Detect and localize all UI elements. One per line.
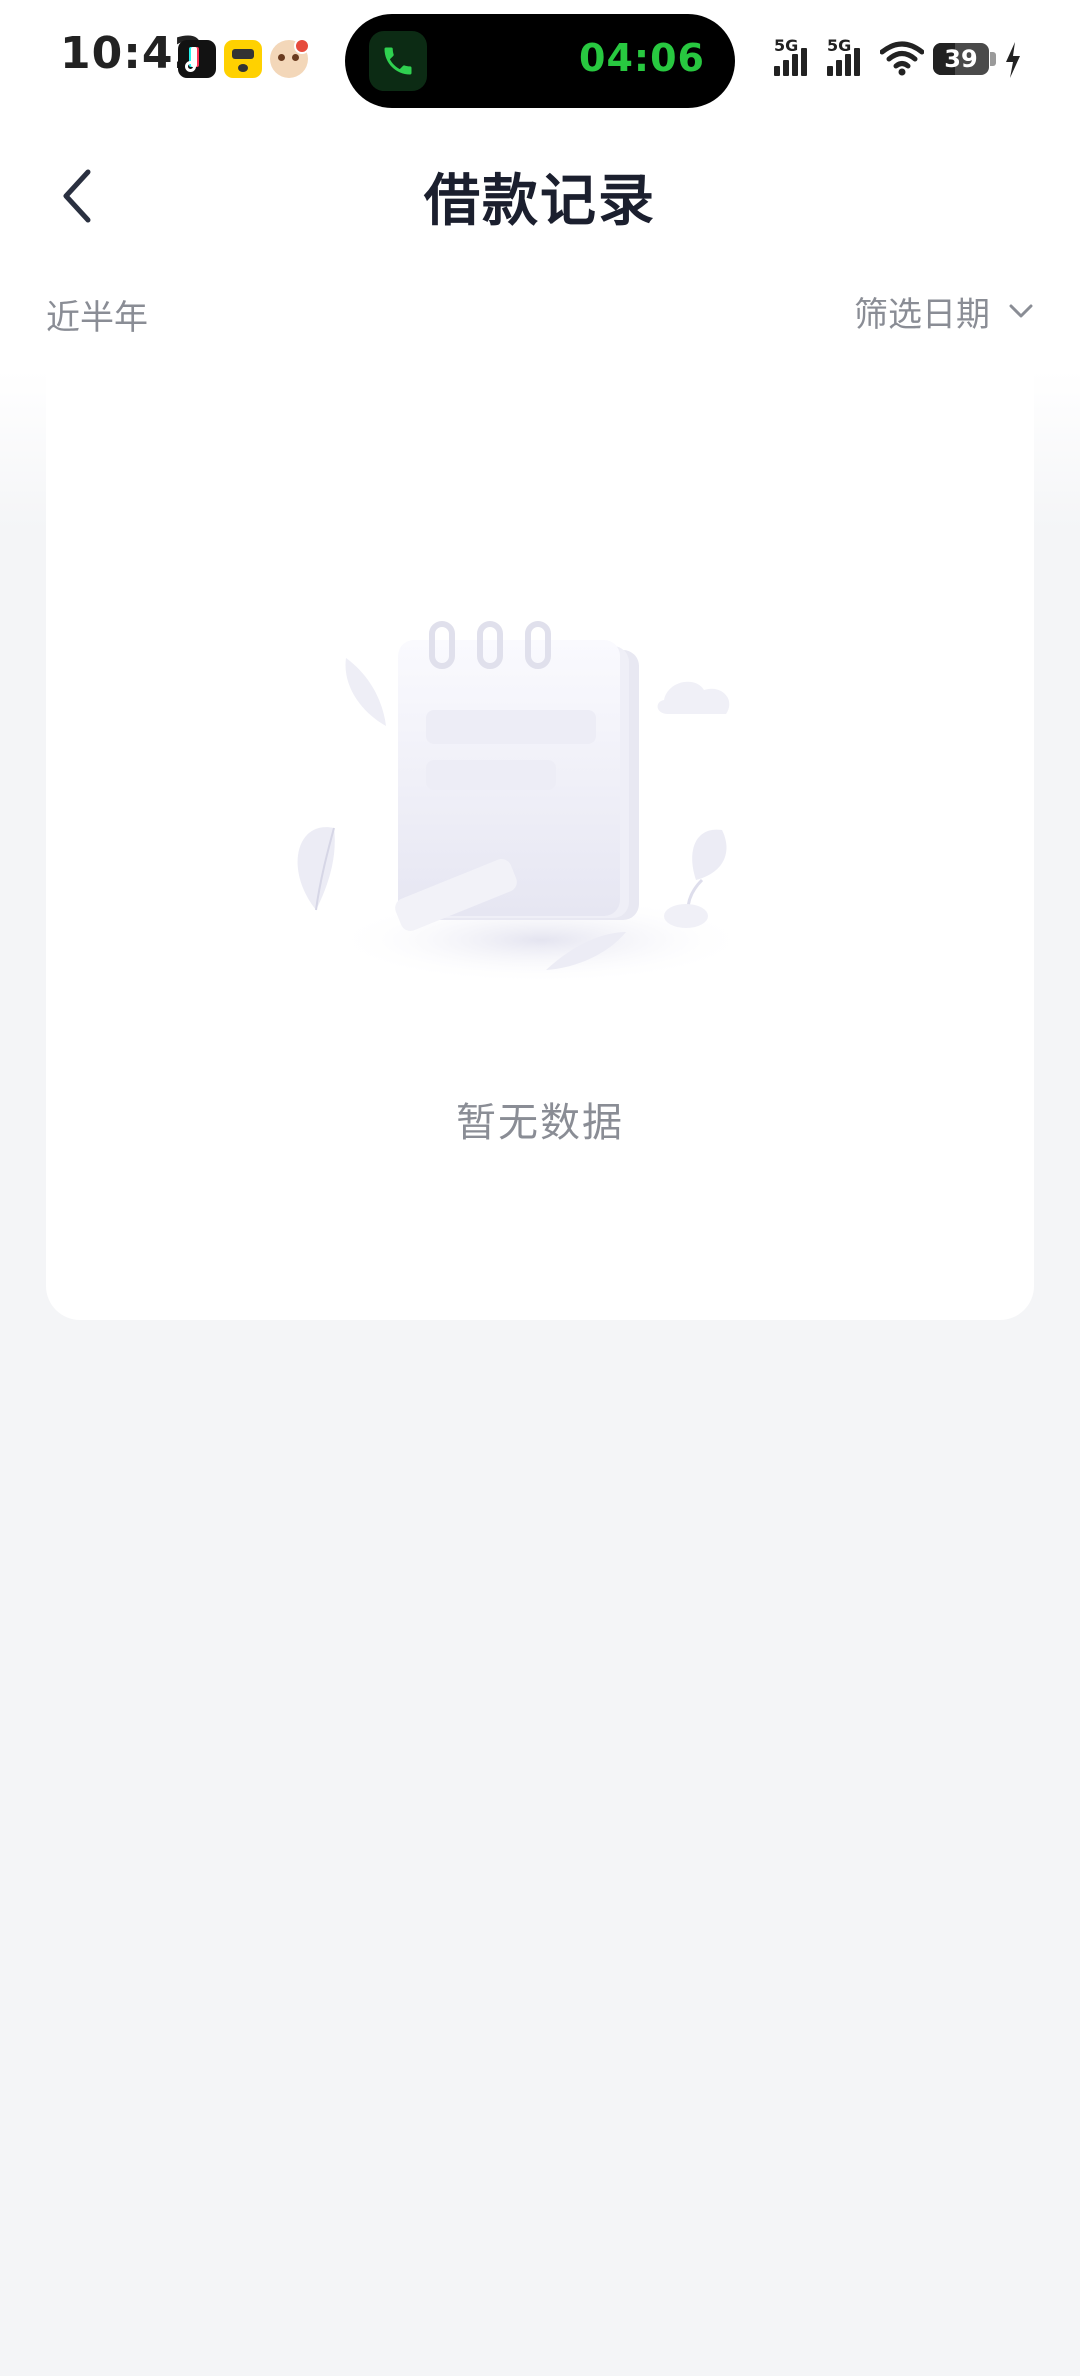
tiktok-icon <box>178 40 216 78</box>
signal-label: 5G <box>774 36 799 55</box>
phone-icon <box>369 31 427 91</box>
empty-state-card: 暂无数据 <box>46 360 1034 1320</box>
cartoon-app-icon <box>270 38 310 78</box>
battery-icon: 39 <box>933 43 989 75</box>
time-range-label: 近半年 <box>46 298 148 338</box>
charging-bolt-icon <box>1006 42 1020 78</box>
navigation-header: 借款记录 <box>0 120 1080 260</box>
empty-state-message: 暂无数据 <box>456 1100 624 1146</box>
filter-bar: 近半年 筛选日期 <box>0 260 1080 370</box>
page-title: 借款记录 <box>424 169 656 234</box>
empty-notebook-illustration <box>297 621 751 984</box>
chevron-down-icon <box>1009 304 1033 318</box>
status-bar: 10:42 04:06 5G 5G 39 <box>0 0 1080 120</box>
cellular-signal-icon: 5G <box>827 38 867 78</box>
signal-label: 5G <box>827 36 852 55</box>
meituan-icon <box>224 40 262 78</box>
cellular-signal-icon: 5G <box>774 38 814 78</box>
battery-tip <box>990 52 996 66</box>
ongoing-call-pill[interactable]: 04:06 <box>345 14 735 108</box>
call-timer: 04:06 <box>579 36 705 80</box>
wifi-icon <box>880 41 924 76</box>
date-filter-label: 筛选日期 <box>854 294 990 335</box>
date-filter-button[interactable]: 筛选日期 <box>854 286 1034 336</box>
battery-percent: 39 <box>944 45 978 73</box>
